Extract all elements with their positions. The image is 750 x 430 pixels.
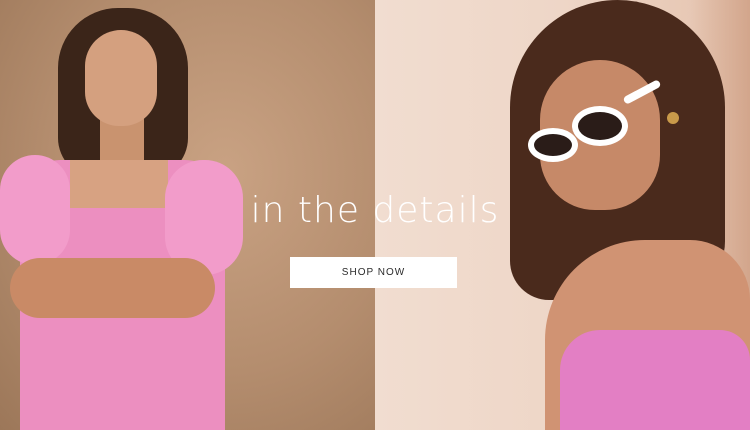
sunglasses-left-lens [528,128,578,162]
crossed-arms [10,258,215,318]
shop-now-button[interactable]: SHOP NOW [290,257,457,288]
model-face [85,30,157,126]
hero-banner[interactable]: in the details SHOP NOW [0,0,750,430]
gold-earring [667,112,679,124]
pink-top [560,330,750,430]
hero-headline: in the details [250,190,500,231]
sunglasses-right-lens [572,106,628,146]
